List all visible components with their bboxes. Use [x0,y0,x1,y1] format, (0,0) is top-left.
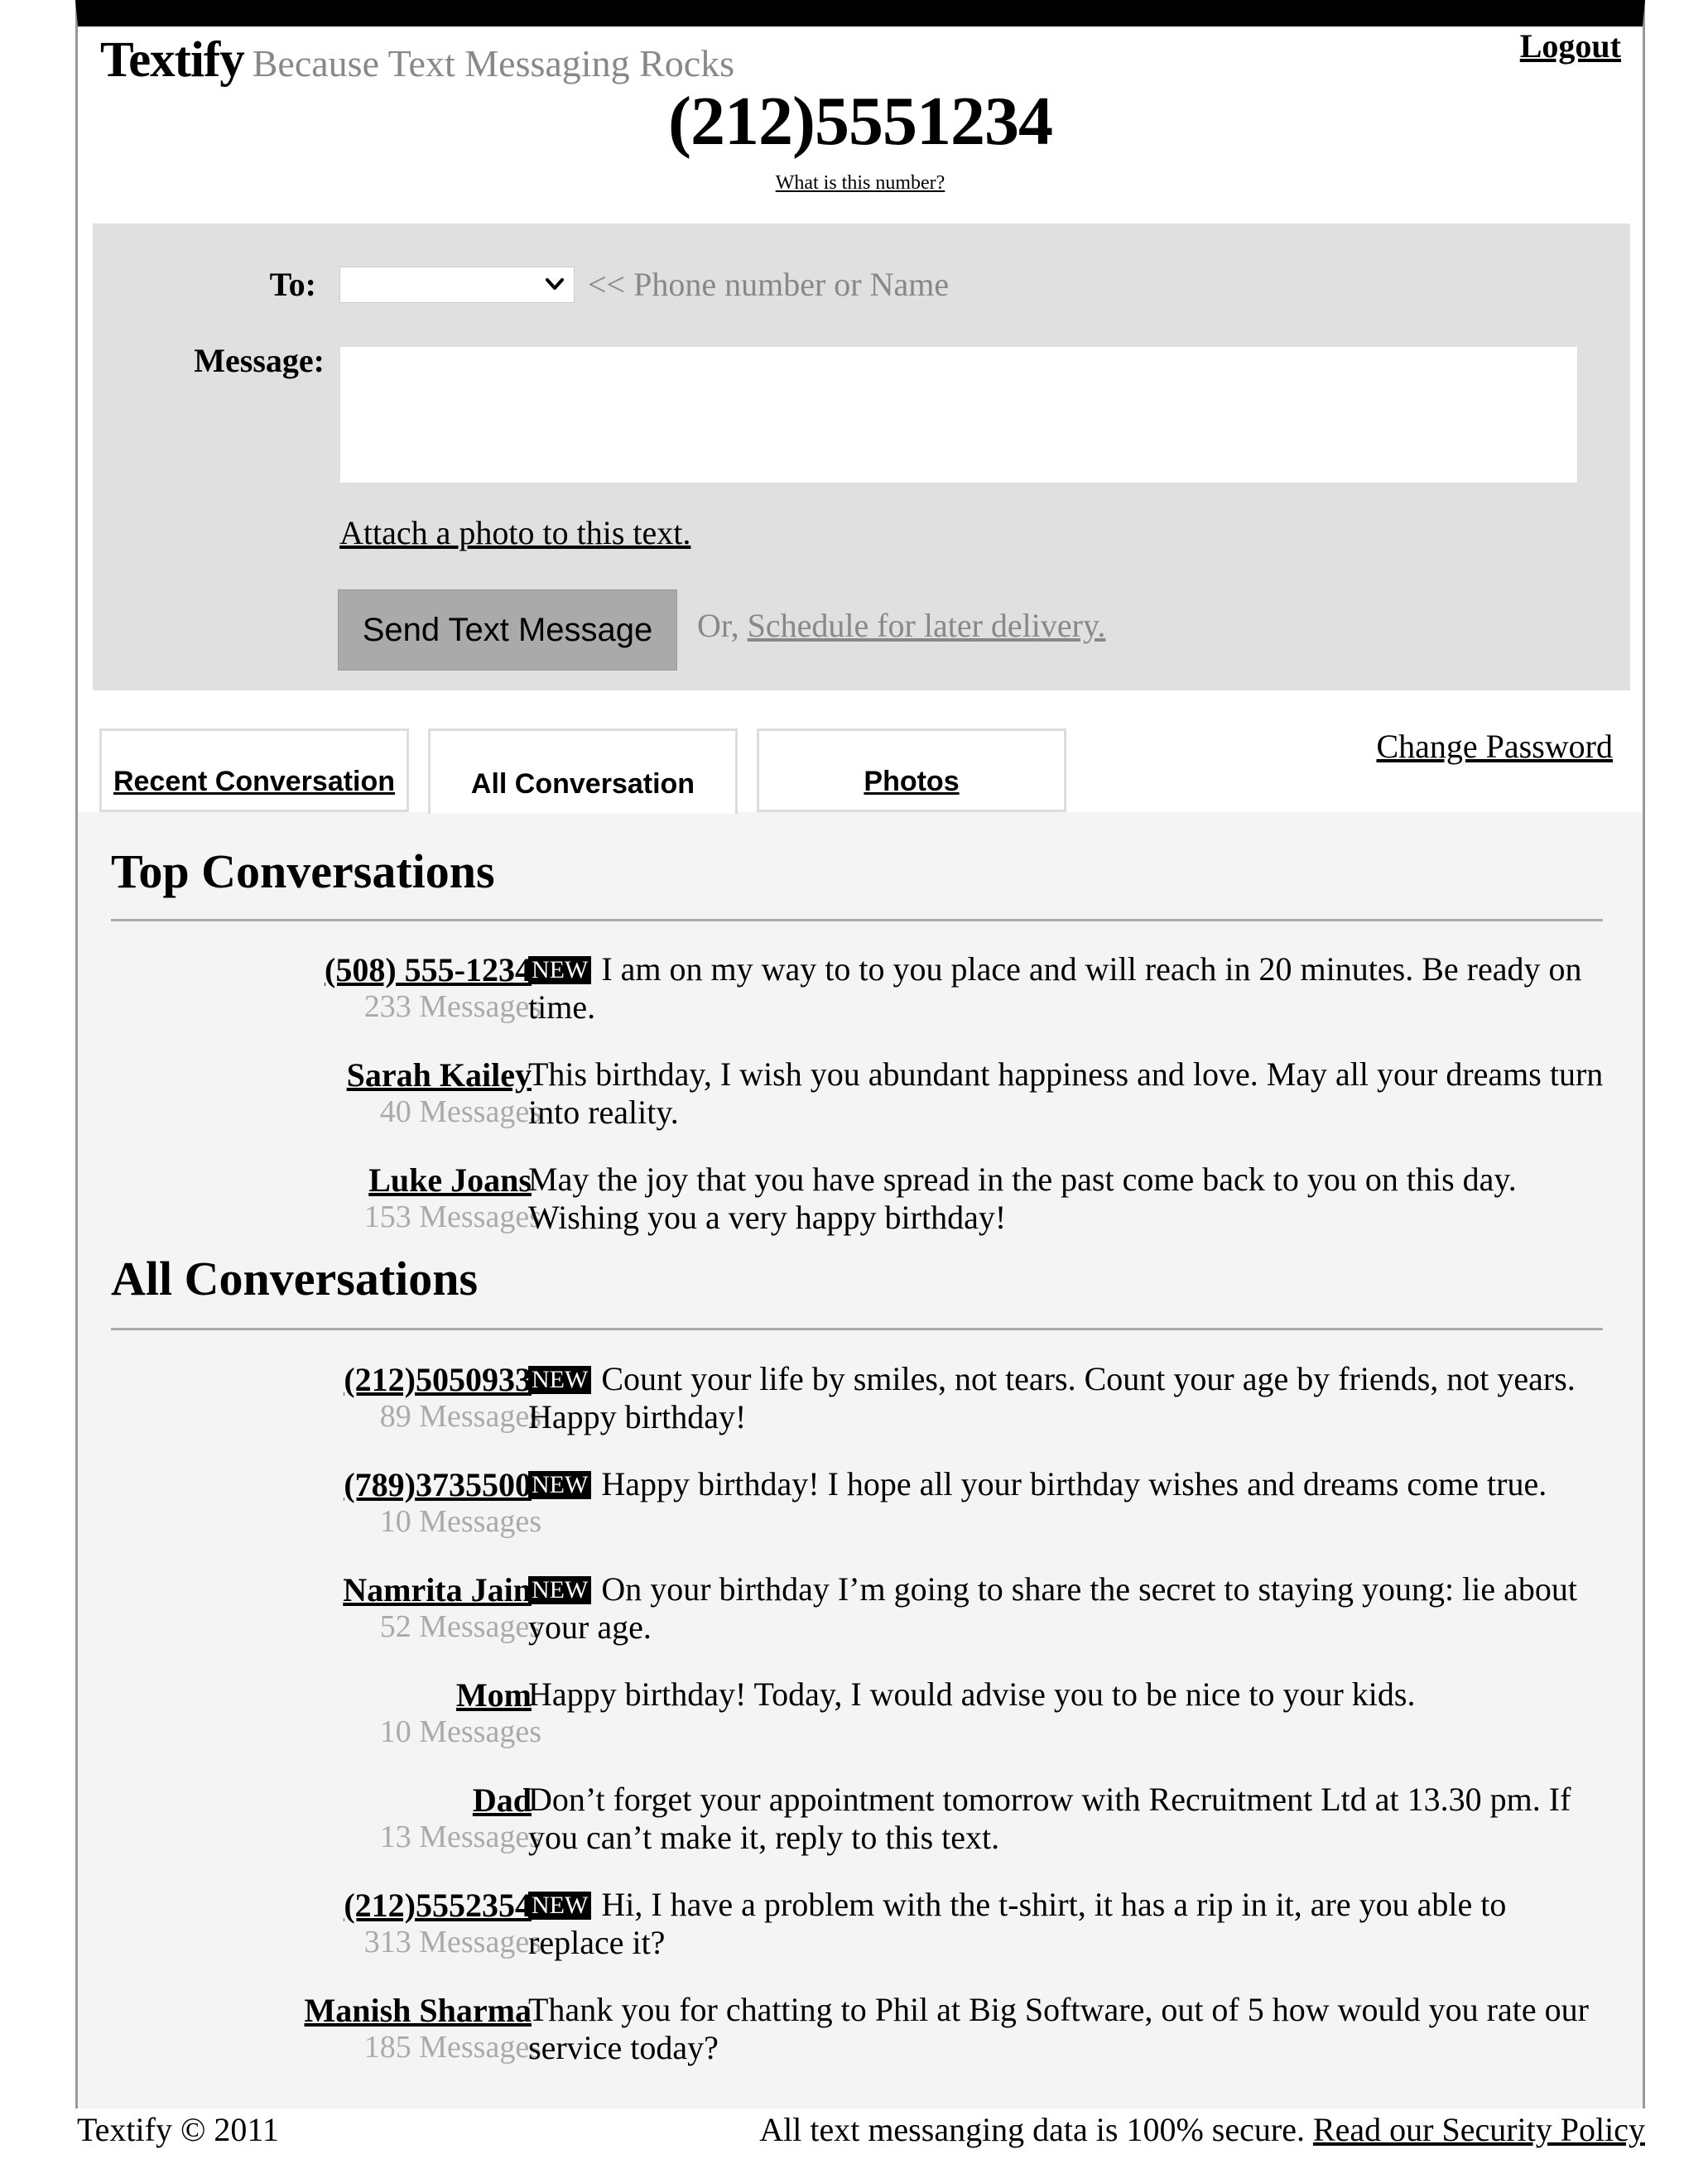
message-count: 185 Messages [363,2030,541,2065]
conversation-contact-link[interactable]: Manish Sharma [305,1991,532,2030]
message-count: 313 Messages [363,1925,541,1959]
message-preview: NEW On your birthday I’m going to share t… [528,1570,1605,1647]
conversation-contact-link[interactable]: (212)5050933 [344,1360,532,1399]
message-count: 40 Messages [379,1094,541,1129]
recipient-select[interactable] [339,267,575,303]
to-label: To: [269,266,316,303]
message-textarea[interactable] [339,346,1578,483]
conversations-panel: Top Conversations (508) 555-1234 233 Mess… [78,812,1643,2108]
footer-secure-text: All text messanging data is 100% secure. [759,2111,1313,2148]
footer-copyright: Textify © 2011 [77,2111,279,2148]
message-preview-text: Hi, I have a problem with the t-shirt, i… [528,1886,1507,1961]
new-badge: NEW [528,956,592,984]
logout-link[interactable]: Logout [1520,26,1621,65]
message-preview-text: May the joy that you have spread in the … [528,1161,1517,1236]
message-count: 52 Messages [379,1609,541,1644]
message-preview-text: I am on my way to to you place and will … [528,950,1582,1026]
message-preview: Happy birthday! Today, I would advise yo… [528,1676,1605,1714]
message-preview: NEW Hi, I have a problem with the t-shirt… [528,1886,1605,1962]
message-preview-text: This birthday, I wish you abundant happi… [528,1055,1604,1131]
tab-recent-conversation[interactable]: Recent Conversation [99,728,409,812]
security-policy-link[interactable]: Read our Security Policy [1313,2111,1645,2148]
message-preview: May the joy that you have spread in the … [528,1161,1605,1237]
change-password-link[interactable]: Change Password [1376,727,1613,766]
phone-number: (212)5551234 [668,83,1053,160]
tab-recent-label: Recent Conversation [113,766,396,797]
message-preview: Thank you for chatting to Phil at Big So… [528,1991,1605,2067]
tab-all-label: All Conversation [470,767,695,800]
all-divider [111,1328,1603,1330]
message-preview-text: Happy birthday! I hope all your birthday… [601,1465,1547,1502]
message-preview: NEW Happy birthday! I hope all your birth… [528,1465,1605,1503]
message-count: 13 Messages [379,1820,541,1854]
conversation-contact-link[interactable]: Dad [473,1781,532,1820]
compose-panel: To: << Phone number or Name Message: Att… [93,224,1630,690]
footer-security: All text messanging data is 100% secure.… [759,2110,1645,2149]
schedule-row: Or, Schedule for later delivery. [697,606,1105,645]
message-label: Message: [194,342,325,379]
message-preview-text: Count your life by smiles, not tears. Co… [528,1360,1576,1435]
conversation-contact-link[interactable]: (212)5552354 [344,1886,532,1925]
top-divider [111,919,1603,921]
message-preview-text: Thank you for chatting to Phil at Big So… [528,1991,1589,2066]
message-preview: NEW Count your life by smiles, not tears.… [528,1360,1605,1436]
message-preview: This birthday, I wish you abundant happi… [528,1055,1605,1132]
message-count: 233 Messages [363,989,541,1024]
brand-name: Textify [100,32,245,88]
tab-photos[interactable]: Photos [757,728,1066,812]
or-label: Or, [697,607,748,644]
message-count: 10 Messages [379,1504,541,1539]
chevron-down-icon [546,278,564,290]
tab-all-conversation[interactable]: All Conversation [428,728,738,814]
schedule-later-link[interactable]: Schedule for later delivery. [748,607,1106,644]
message-count: 153 Messages [363,1200,541,1234]
new-badge: NEW [528,1892,592,1920]
conversation-contact-link[interactable]: Namrita Jain [343,1570,532,1609]
new-badge: NEW [528,1471,592,1499]
app-frame: Textify Because Text Messaging Rocks Log… [75,0,1645,2108]
new-badge: NEW [528,1366,592,1394]
message-count: 10 Messages [379,1714,541,1749]
what-is-this-number-link[interactable]: What is this number? [78,172,1643,195]
tab-photos-label: Photos [864,766,960,797]
conversation-contact-link[interactable]: (789)3735500 [344,1465,532,1504]
send-text-message-button[interactable]: Send Text Message [338,589,677,671]
attach-photo-link[interactable]: Attach a photo to this text. [339,513,690,552]
new-badge: NEW [528,1576,592,1604]
all-conversations-title: All Conversations [111,1252,479,1305]
message-preview: NEW I am on my way to to you place and wi… [528,950,1605,1026]
conversation-contact-link[interactable]: Luke Joans [368,1161,532,1200]
top-conversations-title: Top Conversations [111,844,495,898]
recipient-hint: << Phone number or Name [588,266,950,303]
conversation-contact-link[interactable]: (508) 555-1234 [325,950,532,989]
message-preview: Don’t forget your appointment tomorrow w… [528,1781,1605,1857]
message-preview-text: On your birthday I’m going to share the … [528,1570,1577,1646]
conversation-contact-link[interactable]: Mom [456,1676,532,1714]
conversation-contact-link[interactable]: Sarah Kailey [347,1055,532,1094]
brand-tagline: Because Text Messaging Rocks [252,42,735,84]
message-count: 89 Messages [379,1399,541,1434]
message-preview-text: Don’t forget your appointment tomorrow w… [528,1781,1571,1856]
message-preview-text: Happy birthday! Today, I would advise yo… [528,1676,1416,1713]
